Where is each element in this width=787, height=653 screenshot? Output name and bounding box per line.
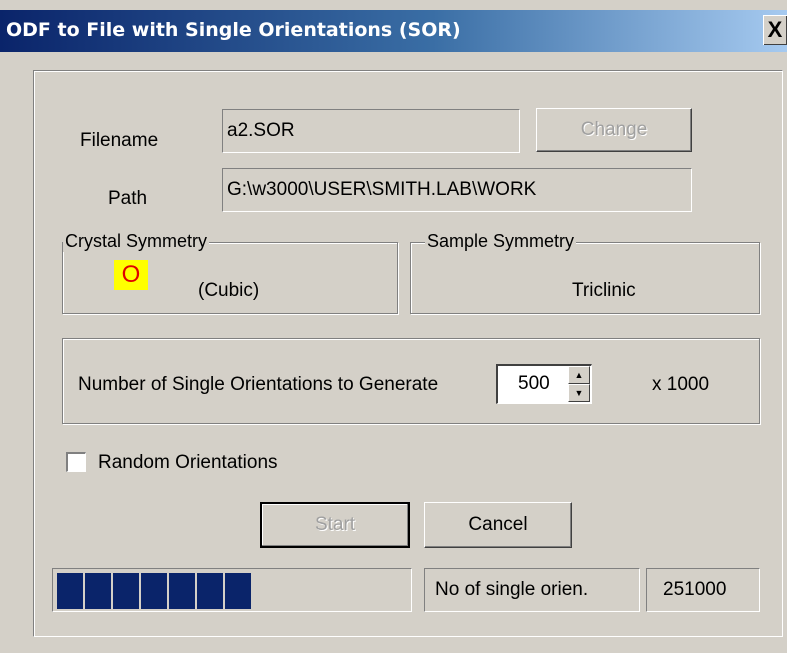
progress-bar [52, 568, 412, 612]
start-button[interactable]: Start [260, 502, 410, 548]
crystal-symmetry-legend: Crystal Symmetry [63, 231, 210, 252]
multiplier-label: x 1000 [652, 374, 710, 395]
filename-label: Filename [80, 130, 159, 151]
count-label-box: No of single orien. [424, 568, 640, 612]
progress-segment [85, 573, 111, 609]
spin-up-button[interactable]: ▲ [568, 366, 590, 384]
progress-segment [113, 573, 139, 609]
cancel-button[interactable]: Cancel [424, 502, 572, 548]
window-title: ODF to File with Single Orientations (SO… [6, 19, 461, 41]
spin-down-button[interactable]: ▼ [568, 384, 590, 402]
count-value: 251000 [663, 579, 727, 600]
random-orientations-label[interactable]: Random Orientations [98, 452, 278, 474]
path-label: Path [108, 188, 148, 209]
sample-symmetry-legend: Sample Symmetry [425, 231, 577, 252]
progress-segment [57, 573, 83, 609]
progress-segment [225, 573, 251, 609]
crystal-symmetry-value: (Cubic) [198, 280, 260, 301]
path-field: G:\w3000\USER\SMITH.LAB\WORK [222, 168, 692, 212]
change-button[interactable]: Change [536, 108, 692, 152]
symmetry-badge: O [114, 260, 148, 290]
sample-symmetry-value: Triclinic [572, 280, 636, 301]
count-label: No of single orien. [435, 579, 589, 600]
orientation-count-value: 500 [518, 373, 550, 394]
dialog-window: ODF to File with Single Orientations (SO… [0, 0, 787, 653]
close-button[interactable]: X [763, 15, 787, 45]
filename-field: a2.SOR [222, 109, 520, 153]
progress-segment [141, 573, 167, 609]
sample-symmetry-group: Sample Symmetry [410, 231, 760, 314]
title-bar[interactable]: ODF to File with Single Orientations (SO… [0, 10, 787, 52]
crystal-symmetry-group: Crystal Symmetry [62, 231, 398, 314]
generate-label: Number of Single Orientations to Generat… [78, 374, 439, 395]
progress-segment [197, 573, 223, 609]
random-orientations-checkbox[interactable] [66, 452, 86, 472]
progress-segment [169, 573, 195, 609]
count-value-box: 251000 [646, 568, 760, 612]
